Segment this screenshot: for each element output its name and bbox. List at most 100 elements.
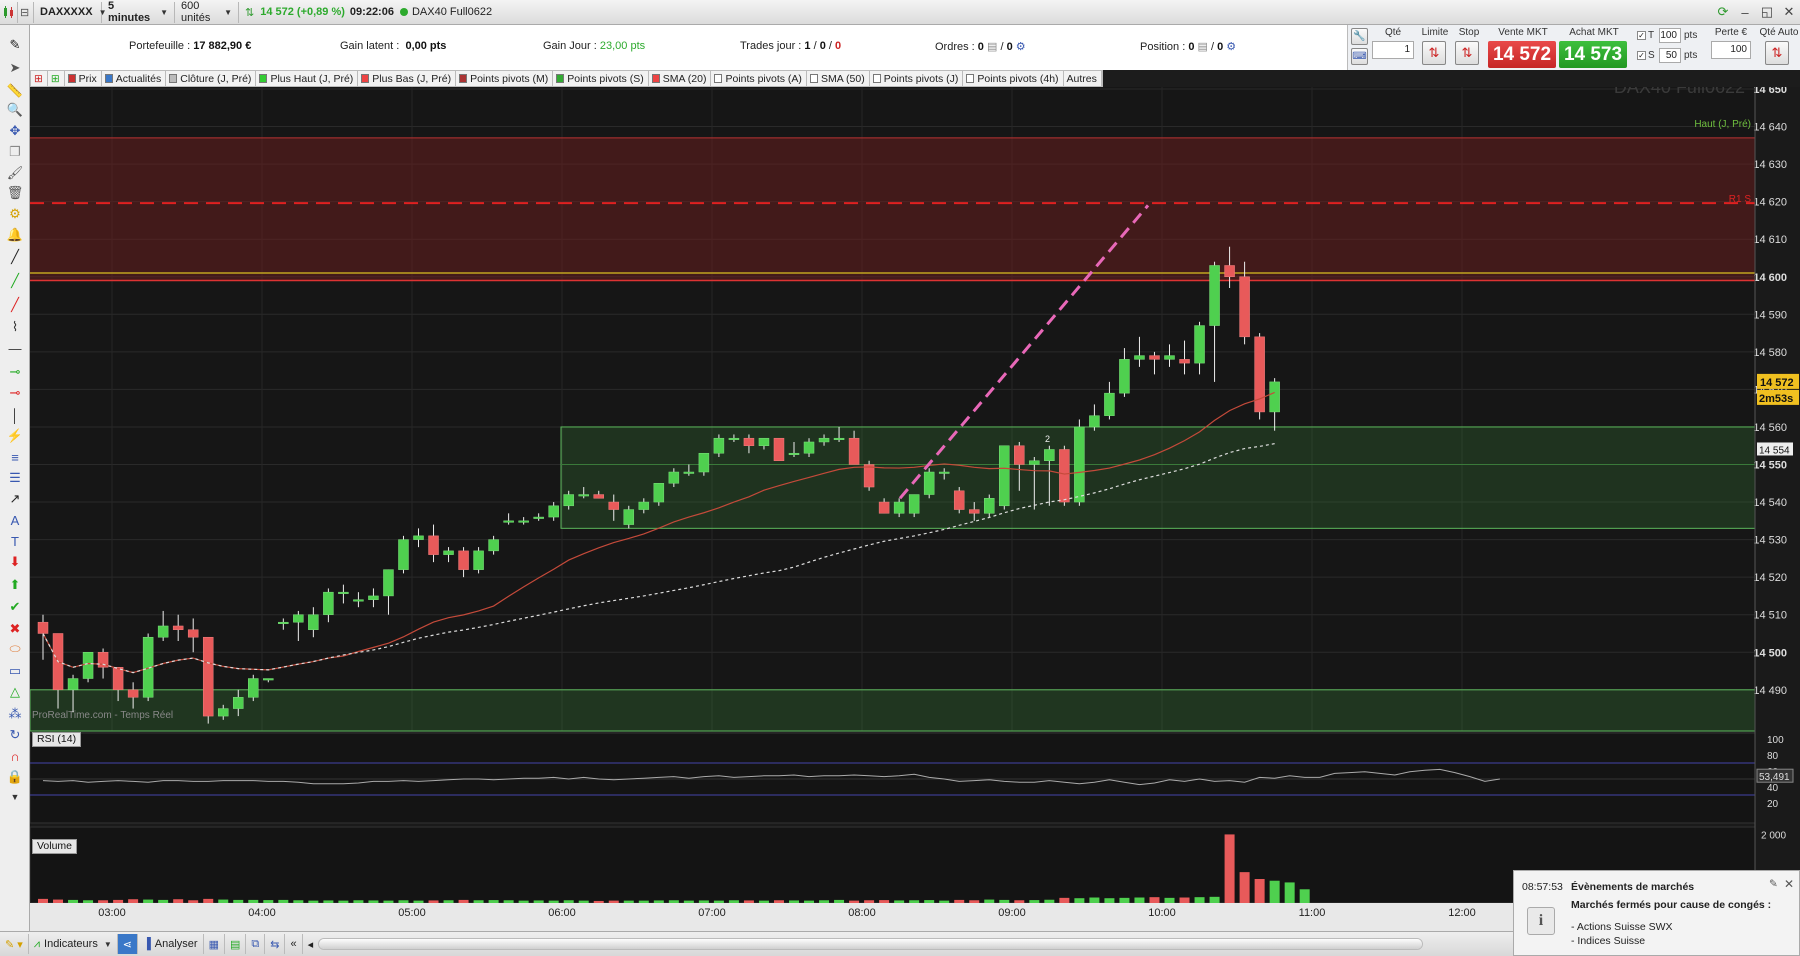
horizontal-scrollbar[interactable]	[318, 938, 1424, 950]
minimize-button[interactable]: –	[1734, 2, 1756, 22]
rectangle-icon[interactable]: ▭	[4, 661, 26, 681]
cycle-icon[interactable]: ↻	[4, 725, 26, 745]
move-icon[interactable]: ✥	[4, 121, 26, 141]
price-chart[interactable]: 14 650 14 640 14 630 14 620 14 610 14 600 14 5…	[30, 87, 1800, 931]
zoom-icon[interactable]: 🔍	[4, 100, 26, 120]
red-line-icon[interactable]: ╱	[4, 295, 26, 315]
vertical-line-icon[interactable]: │	[4, 405, 26, 425]
up-arrow-icon[interactable]: ⬆	[4, 575, 26, 595]
restore-button[interactable]: ◱	[1756, 2, 1778, 22]
green-line-icon[interactable]: ╱	[4, 271, 26, 291]
link-icon[interactable]: ⊟	[18, 1, 34, 23]
position-icon[interactable]: ▤	[1198, 41, 1208, 53]
close-button[interactable]: ✕	[1778, 2, 1800, 22]
cursor-icon[interactable]: ➤	[4, 58, 26, 78]
indicator-tab[interactable]: Clôture (J, Pré)	[166, 71, 257, 86]
line-tool-icon[interactable]: ╱	[4, 247, 26, 267]
horizontal-line-icon[interactable]: —	[4, 338, 26, 358]
screener-icon[interactable]: ▦	[204, 934, 225, 954]
stop-order-button[interactable]: ⇅	[1455, 41, 1479, 65]
wrench-icon[interactable]: 🔧	[1351, 28, 1368, 45]
instrument-select[interactable]: DAXXXXX ▼	[34, 1, 107, 23]
indicator-tab[interactable]: Points pivots (4h)	[963, 71, 1064, 86]
indicator-tab[interactable]: Actualités	[102, 71, 167, 86]
indicator-tab[interactable]: Prix	[65, 71, 102, 86]
lock-icon[interactable]: 🔒	[4, 767, 26, 787]
rsi-label[interactable]: RSI (14)	[32, 732, 82, 747]
indicators-button[interactable]: ⩘ Indicateurs ▼	[29, 934, 118, 954]
add-indicator-icon[interactable]: ⊞	[31, 71, 48, 86]
volume-bar	[1254, 879, 1265, 903]
polyline-icon[interactable]: ⌇	[4, 317, 26, 337]
settings-icon[interactable]: ⚙	[1226, 41, 1236, 53]
indicator-tab[interactable]: Points pivots (S)	[553, 71, 649, 86]
refresh-icon[interactable]: ⟳	[1712, 2, 1734, 22]
timeframe-select[interactable]: 5 minutes ▼	[102, 0, 175, 24]
trash-icon[interactable]: 🗑	[4, 183, 26, 203]
indicator-tab[interactable]: SMA (20)	[649, 71, 712, 86]
volume-label[interactable]: Volume	[32, 839, 78, 854]
volume-bar	[563, 900, 574, 903]
candle-body	[1104, 392, 1115, 416]
indicator-tab[interactable]: Plus Bas (J, Pré)	[358, 71, 457, 86]
scroll-left-icon[interactable]: ◂	[303, 934, 319, 954]
settings-icon[interactable]: ⚙	[1016, 41, 1026, 53]
indicator-tab[interactable]: Points pivots (M)	[456, 71, 554, 86]
bell-icon[interactable]: 🔔	[4, 225, 26, 245]
horizontal-red-icon[interactable]: ⊸	[4, 383, 26, 403]
ellipse-icon[interactable]: ⬭	[4, 639, 26, 659]
auto-qty-button[interactable]: ⇅	[1765, 41, 1789, 65]
alert-icon[interactable]: ⚙	[4, 204, 26, 224]
magnet-icon[interactable]: ∩	[4, 746, 26, 766]
stop-checkbox[interactable]: ✓	[1637, 51, 1646, 60]
sell-market-button[interactable]: 14 572	[1488, 41, 1556, 68]
chart-type-button[interactable]	[0, 1, 18, 23]
pencil-icon[interactable]: ✎	[4, 35, 26, 55]
more-tools-icon[interactable]: ▼	[4, 787, 26, 807]
limit-order-button[interactable]: ⇅	[1422, 41, 1446, 65]
check-icon[interactable]: ✔	[4, 597, 26, 617]
indicator-tab[interactable]: SMA (50)	[807, 71, 870, 86]
layout-icon[interactable]: ⧉	[246, 934, 266, 954]
orders-icon[interactable]: ▤	[987, 41, 997, 53]
keyboard-icon[interactable]: ⌨	[1351, 48, 1368, 65]
qty-input[interactable]: 1	[1372, 41, 1414, 59]
rewind-icon[interactable]: «	[285, 934, 303, 954]
indicator-tab[interactable]: Points pivots (J)	[870, 71, 964, 86]
export-icon[interactable]: ⇆	[265, 934, 286, 954]
close-icon[interactable]: ✕	[1784, 877, 1794, 891]
table-icon[interactable]: ▤	[225, 934, 247, 954]
fib-levels-icon[interactable]: ☰	[4, 468, 26, 488]
down-arrow-icon[interactable]: ⬇	[4, 552, 26, 572]
cross-icon[interactable]: ✖	[4, 619, 26, 639]
copy-icon[interactable]: ❐	[4, 142, 26, 162]
pattern-icon[interactable]: ⁂	[4, 704, 26, 724]
pencil-menu-icon[interactable]: ✎ ▾	[0, 934, 29, 954]
brush-icon[interactable]: 🖌	[4, 163, 26, 183]
channel-icon[interactable]: ≡	[4, 447, 26, 467]
target-checkbox[interactable]: ✓	[1637, 31, 1646, 40]
arrow-tool-icon[interactable]: ↗	[4, 489, 26, 509]
indicator-tab[interactable]: Autres	[1064, 71, 1102, 86]
loss-input[interactable]: 100	[1711, 41, 1751, 59]
horizontal-green-icon[interactable]: ⊸	[4, 362, 26, 382]
share-icon[interactable]: ⋖	[117, 934, 138, 954]
x-tick-label: 06:00	[548, 907, 576, 919]
indicator-tab[interactable]: Points pivots (A)	[711, 71, 807, 86]
buy-market-button[interactable]: 14 573	[1559, 41, 1627, 68]
candle-body	[833, 437, 845, 440]
fibonacci-icon[interactable]: ⚡	[4, 426, 26, 446]
analyze-button[interactable]: ▐ Analyser	[138, 934, 204, 954]
triangle-icon[interactable]: △	[4, 682, 26, 702]
pin-icon[interactable]: ✎	[1769, 878, 1778, 890]
indicator-tab[interactable]: Plus Haut (J, Pré)	[256, 71, 359, 86]
scrollbar-thumb[interactable]	[319, 939, 1423, 949]
stop-loss-input[interactable]: 50	[1659, 48, 1681, 63]
text-size-icon[interactable]: A	[4, 510, 26, 530]
color-swatch	[872, 74, 881, 83]
add-green-icon[interactable]: ⊞	[48, 71, 65, 86]
units-select[interactable]: 600 unités ▼	[175, 0, 239, 24]
text-icon[interactable]: T	[4, 531, 26, 551]
ruler-icon[interactable]: 📏	[4, 81, 26, 101]
target-input[interactable]: 100	[1659, 28, 1681, 43]
